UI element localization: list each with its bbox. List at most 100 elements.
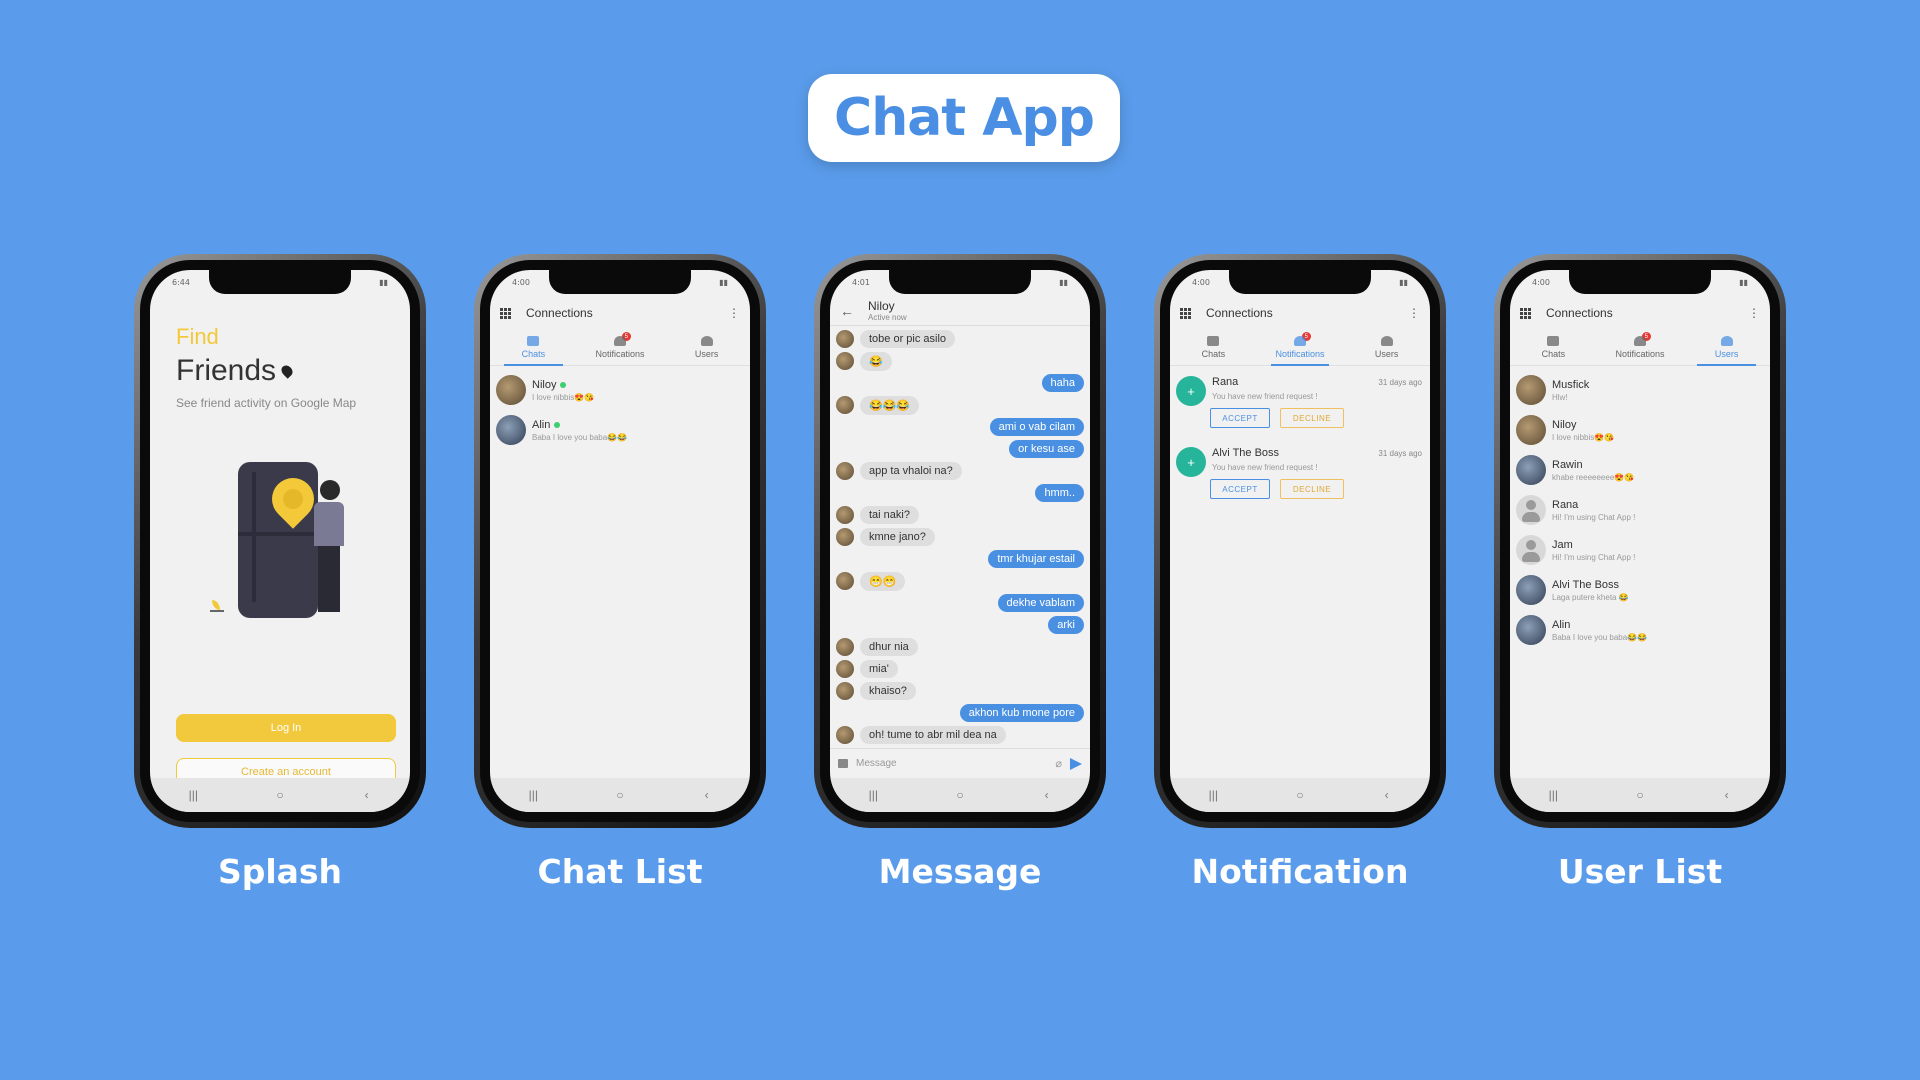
person-figure-body (314, 502, 344, 546)
tab-label: Notifications (1275, 349, 1325, 359)
recents-icon[interactable]: ||| (173, 788, 213, 802)
user-name: Musfick (1552, 378, 1590, 391)
user-name: Jam (1552, 538, 1573, 551)
login-button[interactable]: Log In (176, 714, 396, 742)
message-bubble[interactable]: ami o vab cilam (989, 418, 1084, 436)
message-bubble[interactable]: 😂 (860, 351, 892, 371)
recents-icon[interactable]: ||| (513, 788, 553, 802)
user-list-item[interactable]: Rana Hi! I'm using Chat App ! (1516, 492, 1764, 528)
chat-list-item[interactable]: Alin Baba I love you baba😂😂 (496, 412, 744, 448)
home-icon[interactable]: ○ (1620, 788, 1660, 802)
incoming-message-row: dhur nia (836, 636, 1084, 658)
bell-icon (1634, 336, 1646, 346)
accept-button[interactable]: ACCEPT (1210, 479, 1270, 499)
request-time: 31 days ago (1378, 449, 1422, 458)
back-icon[interactable]: ‹ (1367, 788, 1407, 802)
home-icon[interactable]: ○ (940, 788, 980, 802)
back-icon[interactable]: ‹ (1027, 788, 1067, 802)
message-bubble[interactable]: 😁😁 (860, 571, 906, 591)
caption-notification: Notification (1191, 852, 1409, 891)
user-list-item[interactable]: Rawin khabe reeeeeeee😍😘 (1516, 452, 1764, 488)
message-bubble[interactable]: haha (1041, 374, 1084, 392)
location-pin-icon (279, 363, 295, 379)
message-bubble[interactable]: akhon kub mone pore (959, 704, 1084, 722)
apps-grid-icon[interactable] (1520, 308, 1531, 319)
tab-label: Notifications (1615, 349, 1665, 359)
message-bubble[interactable]: oh! tume to abr mil dea na (860, 726, 1006, 744)
more-options-icon[interactable]: ⋮ (728, 306, 740, 320)
notch (889, 270, 1031, 294)
user-list-item[interactable]: Jam Hi! I'm using Chat App ! (1516, 532, 1764, 568)
tab-notifications[interactable]: 5 Notifications (1257, 330, 1344, 366)
message-input[interactable]: Message (856, 758, 1047, 769)
tab-users[interactable]: Users (1343, 330, 1430, 365)
user-list-item[interactable]: Alin Baba I love you baba😂😂 (1516, 612, 1764, 648)
apps-grid-icon[interactable] (1180, 308, 1191, 319)
message-bubble[interactable]: or kesu ase (1009, 440, 1084, 458)
tab-chats[interactable]: Chats (1510, 330, 1597, 365)
user-list-item[interactable]: Musfick Hlw! (1516, 372, 1764, 408)
attach-icon[interactable]: ⌀ (1055, 757, 1062, 770)
image-icon[interactable] (838, 759, 848, 768)
message-bubble[interactable]: tmr khujar estail (988, 550, 1084, 568)
message-bubble[interactable]: dekhe vablam (997, 594, 1084, 612)
incoming-message-row: kmne jano? (836, 526, 1084, 548)
message-bubble[interactable]: mia' (860, 660, 898, 678)
apps-grid-icon[interactable] (500, 308, 511, 319)
tab-users[interactable]: Users (1683, 330, 1770, 366)
message-bubble[interactable]: khaiso? (860, 682, 916, 700)
message-bubble[interactable]: kmne jano? (860, 528, 935, 546)
tab-bar: Chats 5 Notifications Users (490, 330, 750, 366)
contact-name: Alin (532, 418, 551, 431)
outgoing-message-row: haha (836, 372, 1084, 394)
recents-icon[interactable]: ||| (1193, 788, 1233, 802)
send-icon[interactable] (1070, 757, 1082, 770)
sender-avatar (836, 682, 854, 700)
user-status-message: khabe reeeeeeee😍😘 (1552, 472, 1635, 482)
incoming-message-row: tai naki? (836, 504, 1084, 526)
tab-chats[interactable]: Chats (490, 330, 577, 366)
person-figure-head (320, 480, 340, 500)
back-arrow-icon[interactable]: ← (840, 303, 854, 319)
tab-chats[interactable]: Chats (1170, 330, 1257, 365)
phone-splash: 6:44 ▮▮ Find Friends See friend activity … (134, 254, 426, 828)
recents-icon[interactable]: ||| (1533, 788, 1573, 802)
user-list-item[interactable]: Alvi The Boss Laga putere kheta 😂 (1516, 572, 1764, 608)
decline-button[interactable]: DECLINE (1280, 479, 1344, 499)
status-icons: ▮▮ (1399, 278, 1408, 287)
message-bubble[interactable]: 😂😂😂 (860, 395, 920, 415)
message-bubble[interactable]: dhur nia (860, 638, 918, 656)
home-icon[interactable]: ○ (600, 788, 640, 802)
accept-button[interactable]: ACCEPT (1210, 408, 1270, 428)
tab-users[interactable]: Users (663, 330, 750, 365)
home-icon[interactable]: ○ (260, 788, 300, 802)
message-bubble[interactable]: tobe or pic asilo (860, 330, 956, 348)
system-nav-bar: ||| ○ ‹ (1510, 778, 1770, 812)
back-icon[interactable]: ‹ (1707, 788, 1747, 802)
message-bubble[interactable]: arki (1048, 616, 1084, 634)
decline-button[interactable]: DECLINE (1280, 408, 1344, 428)
chat-list-item[interactable]: Niloy I love nibbis😍😘 (496, 372, 744, 408)
tab-notifications[interactable]: 5 Notifications (577, 330, 664, 365)
system-nav-bar: ||| ○ ‹ (830, 778, 1090, 812)
message-bubble[interactable]: tai naki? (860, 506, 919, 524)
message-bubble[interactable]: hmm.. (1035, 484, 1084, 502)
back-icon[interactable]: ‹ (687, 788, 727, 802)
splash-subtitle: See friend activity on Google Map (176, 396, 357, 410)
incoming-message-row: oh! tume to abr mil dea na (836, 724, 1084, 746)
outgoing-message-row: or kesu ase (836, 438, 1084, 460)
chat-icon (1547, 336, 1560, 346)
phone-notification: 4:00 ▮▮ Connections ⋮ Chats 5 Notification… (1154, 254, 1446, 828)
message-bubble[interactable]: app ta vhaloi na? (860, 462, 962, 480)
message-screen: 4:01 ▮▮ ← Niloy Active now tobe or pic as… (830, 270, 1090, 812)
user-name: Rana (1552, 498, 1579, 511)
incoming-message-row: 😂😂😂 (836, 394, 1084, 416)
user-list-item[interactable]: Niloy I love nibbis😍😘 (1516, 412, 1764, 448)
more-options-icon[interactable]: ⋮ (1408, 306, 1420, 320)
back-icon[interactable]: ‹ (347, 788, 387, 802)
tab-notifications[interactable]: 5 Notifications (1597, 330, 1684, 365)
more-options-icon[interactable]: ⋮ (1748, 306, 1760, 320)
notch (1229, 270, 1371, 294)
home-icon[interactable]: ○ (1280, 788, 1320, 802)
recents-icon[interactable]: ||| (853, 788, 893, 802)
